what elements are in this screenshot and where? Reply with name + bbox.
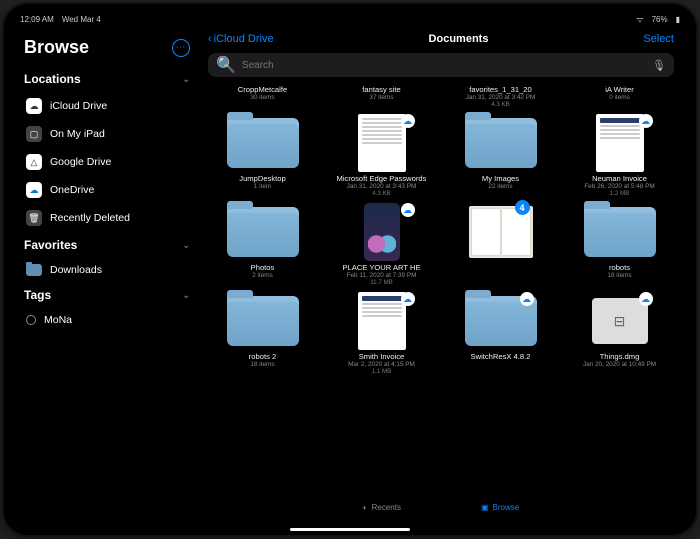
drag-count-badge: 4	[515, 200, 530, 215]
folder-icon: ▣	[481, 503, 489, 512]
cloud-icon: ☁︎	[26, 98, 42, 114]
document-icon	[596, 114, 644, 172]
page-title: Documents	[429, 33, 489, 45]
folder-icon	[584, 207, 656, 257]
sidebar-item-googledrive[interactable]: △ Google Drive	[22, 148, 192, 176]
folder-icon	[465, 118, 537, 168]
status-time: 12:09 AM	[20, 15, 54, 24]
file-item-dragging[interactable]: 4	[444, 203, 557, 286]
folder-icon	[227, 118, 299, 168]
cloud-download-icon: ☁	[401, 114, 415, 128]
folder-icon	[227, 296, 299, 346]
file-item[interactable]: JumpDesktop 1 item	[206, 114, 319, 197]
file-item[interactable]: My Images 22 items	[444, 114, 557, 197]
status-date: Wed Mar 4	[62, 15, 101, 24]
ipad-icon: ▢	[26, 126, 42, 142]
search-field[interactable]: 🔍 🎙	[208, 53, 674, 77]
file-item[interactable]: Photos 2 items	[206, 203, 319, 286]
chevron-down-icon: ⌄	[182, 290, 190, 301]
trash-icon: 🗑	[26, 210, 42, 226]
chevron-left-icon: ‹	[208, 33, 212, 45]
file-item[interactable]: ☁ Microsoft Edge Passwords Jan 31, 2020 …	[325, 114, 438, 197]
folder-icon	[227, 207, 299, 257]
chevron-down-icon: ⌄	[182, 240, 190, 251]
file-item[interactable]: iA Writer 0 items	[563, 85, 676, 108]
cloud-download-icon: ☁	[401, 203, 415, 217]
home-indicator[interactable]	[290, 528, 410, 531]
file-item[interactable]: robots 2 18 items	[206, 292, 319, 375]
more-options-button[interactable]: ⋯	[172, 39, 190, 57]
image-thumbnail	[364, 203, 400, 261]
document-icon	[358, 292, 406, 350]
search-input[interactable]	[242, 60, 646, 71]
back-button[interactable]: ‹ iCloud Drive	[208, 33, 274, 45]
file-item[interactable]: CroppMetcalfe 30 items	[206, 85, 319, 108]
sidebar-item-recently-deleted[interactable]: 🗑 Recently Deleted	[22, 204, 192, 232]
gdrive-icon: △	[26, 154, 42, 170]
sidebar: Browse ⋯ Locations ⌄ ☁︎ iCloud Drive ▢ O…	[16, 29, 198, 519]
cloud-download-icon: ☁	[520, 292, 534, 306]
wifi-icon: ᯤ	[636, 14, 643, 25]
chevron-down-icon: ⌄	[182, 74, 190, 85]
mic-icon[interactable]: 🎙	[652, 59, 666, 72]
main-content: ‹ iCloud Drive Documents Select 🔍 🎙 Crop…	[198, 29, 684, 519]
tag-icon	[26, 315, 36, 325]
file-item[interactable]: favorites_1_31_20 Jan 31, 2020 at 3:42 P…	[444, 85, 557, 108]
cloud-download-icon: ☁	[639, 292, 653, 306]
file-item[interactable]: ☁ SwitchResX 4.8.2	[444, 292, 557, 375]
sidebar-item-icloud[interactable]: ☁︎ iCloud Drive	[22, 92, 192, 120]
file-item[interactable]: ☁ Neuman Invoice Feb 26, 2020 at 5:48 PM…	[563, 114, 676, 197]
battery-icon: ▮	[676, 15, 680, 24]
sidebar-item-downloads[interactable]: Downloads	[22, 258, 192, 282]
sidebar-item-tag-mona[interactable]: MoNa	[22, 308, 192, 332]
file-item[interactable]: ☁ Smith Invoice Mar 2, 2020 at 4:15 PM 1…	[325, 292, 438, 375]
cloud-download-icon: ☁	[639, 114, 653, 128]
clock-icon: ◐	[363, 503, 368, 512]
file-grid: CroppMetcalfe 30 items fantasy site 37 i…	[198, 85, 684, 495]
tags-header[interactable]: Tags ⌄	[22, 282, 192, 308]
file-item[interactable]: fantasy site 37 items	[325, 85, 438, 108]
tab-recents[interactable]: ◐ Recents	[363, 503, 401, 512]
locations-header[interactable]: Locations ⌄	[22, 66, 192, 92]
tab-browse[interactable]: ▣ Browse	[481, 503, 519, 512]
file-item[interactable]: ☁ PLACE YOUR ART HE Feb 11, 2020 at 7:39…	[325, 203, 438, 286]
tab-bar: ◐ Recents ▣ Browse	[198, 495, 684, 519]
select-button[interactable]: Select	[643, 33, 674, 45]
dmg-icon: ⊟	[592, 298, 648, 344]
sidebar-title: Browse	[24, 37, 89, 58]
sidebar-item-onedrive[interactable]: ☁ OneDrive	[22, 176, 192, 204]
onedrive-icon: ☁	[26, 182, 42, 198]
cloud-download-icon: ☁	[401, 292, 415, 306]
file-item[interactable]: ⊟ ☁ Things.dmg Jan 20, 2020 at 10:49 PM	[563, 292, 676, 375]
file-item[interactable]: robots 18 items	[563, 203, 676, 286]
document-icon	[358, 114, 406, 172]
status-bar: 12:09 AM Wed Mar 4 ᯤ 76% ▮	[16, 14, 684, 29]
folder-icon	[26, 264, 42, 276]
status-battery: 76%	[652, 15, 668, 24]
search-icon: 🔍	[216, 55, 236, 75]
favorites-header[interactable]: Favorites ⌄	[22, 232, 192, 258]
sidebar-item-onmyipad[interactable]: ▢ On My iPad	[22, 120, 192, 148]
